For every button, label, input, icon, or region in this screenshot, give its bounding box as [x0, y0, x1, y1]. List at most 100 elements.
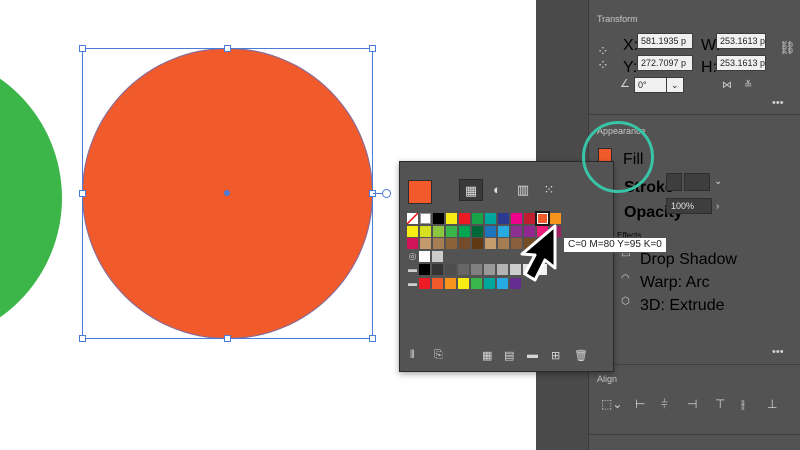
- resize-handle-bottom-right[interactable]: [369, 335, 376, 342]
- color-swatch[interactable]: [485, 226, 496, 237]
- color-swatch[interactable]: [407, 226, 418, 237]
- color-swatch[interactable]: [419, 264, 430, 275]
- color-swatch[interactable]: [445, 264, 456, 275]
- color-swatch[interactable]: [484, 278, 495, 289]
- extrude-3d-icon: ⬡: [621, 296, 630, 307]
- resize-handle-top-left[interactable]: [79, 45, 86, 52]
- opacity-field[interactable]: 100%: [666, 198, 712, 214]
- color-swatch[interactable]: [472, 226, 483, 237]
- stroke-weight-stepper[interactable]: [666, 173, 682, 191]
- new-color-group-icon[interactable]: ▬: [527, 349, 538, 361]
- swatch-none[interactable]: [407, 213, 418, 224]
- color-swatch[interactable]: [511, 213, 522, 224]
- color-swatch[interactable]: [432, 278, 443, 289]
- align-bottom-icon[interactable]: ⊥: [767, 398, 777, 410]
- tab-color-mixer[interactable]: ◐: [485, 179, 509, 201]
- y-position-field[interactable]: 272.7097 p: [637, 55, 693, 71]
- color-swatch[interactable]: [459, 226, 470, 237]
- place-swatch-icon[interactable]: ⎘: [434, 349, 443, 362]
- shape-center-point: [224, 190, 230, 196]
- color-swatch[interactable]: [458, 278, 469, 289]
- color-swatch[interactable]: [419, 251, 430, 262]
- rotate-dropdown-button[interactable]: ⌄: [666, 77, 684, 93]
- color-swatch[interactable]: [472, 213, 483, 224]
- green-circle-shape[interactable]: [0, 52, 62, 344]
- align-vertical-center-icon[interactable]: ⫲: [741, 398, 745, 410]
- color-swatch[interactable]: [432, 251, 443, 262]
- transform-more-options-icon[interactable]: •••: [772, 98, 784, 109]
- width-field[interactable]: 253.1613 p: [716, 33, 766, 49]
- current-fill-preview: [408, 180, 432, 204]
- pattern-group-icon[interactable]: ◎: [407, 251, 418, 262]
- color-swatch[interactable]: [446, 238, 457, 249]
- swatch-options-icon[interactable]: ▤: [504, 349, 514, 362]
- appearance-divider: [589, 364, 800, 365]
- color-swatch[interactable]: [524, 213, 535, 224]
- resize-handle-bottom[interactable]: [224, 335, 231, 342]
- swatch-registration[interactable]: [420, 213, 431, 224]
- effect-3d-extrude[interactable]: 3D: Extrude: [640, 297, 724, 315]
- y-label: Y:: [623, 59, 638, 76]
- appearance-more-options-icon[interactable]: •••: [772, 347, 784, 358]
- swatch-tooltip: C=0 M=80 Y=95 K=0: [563, 237, 667, 253]
- stroke-dropdown-icon[interactable]: ⌄: [714, 176, 722, 187]
- delete-swatch-icon[interactable]: 🗑: [574, 349, 588, 362]
- resize-handle-bottom-left[interactable]: [79, 335, 86, 342]
- color-swatch[interactable]: [420, 238, 431, 249]
- align-horizontal-center-icon[interactable]: ⫩: [661, 398, 668, 410]
- color-swatch[interactable]: [446, 226, 457, 237]
- reference-point-icon[interactable]: ⁘: [597, 44, 609, 58]
- swatch-libraries-menu-icon[interactable]: ⫴: [410, 349, 415, 362]
- opacity-arrow-icon[interactable]: ›: [716, 201, 719, 212]
- color-swatch[interactable]: [498, 213, 509, 224]
- color-swatch[interactable]: [550, 213, 561, 224]
- rotation-handle[interactable]: [382, 189, 391, 198]
- resize-handle-left[interactable]: [79, 190, 86, 197]
- color-swatch[interactable]: [471, 278, 482, 289]
- color-swatch[interactable]: [446, 213, 457, 224]
- color-swatch[interactable]: [471, 264, 482, 275]
- color-swatch[interactable]: [420, 226, 431, 237]
- align-top-icon[interactable]: ⊤: [715, 398, 725, 410]
- resize-handle-top[interactable]: [224, 45, 231, 52]
- fill-highlight-ring: [582, 121, 654, 193]
- rotate-angle-field[interactable]: 0°: [634, 77, 668, 93]
- effect-warp-arc[interactable]: Warp: Arc: [640, 274, 710, 292]
- color-group-folder-icon[interactable]: ▬: [407, 278, 418, 289]
- color-swatch[interactable]: [407, 238, 418, 249]
- color-group-folder-icon[interactable]: ▬: [407, 264, 418, 275]
- arrow-cursor-icon: [520, 224, 557, 282]
- align-to-selection-icon[interactable]: ⬚⌄: [601, 398, 622, 410]
- color-swatch[interactable]: [459, 238, 470, 249]
- new-swatch-icon[interactable]: ⊞: [551, 349, 560, 362]
- tab-gradient[interactable]: ▥: [511, 179, 535, 201]
- show-swatch-kinds-icon[interactable]: ▦: [482, 349, 492, 362]
- resize-handle-top-right[interactable]: [369, 45, 376, 52]
- color-swatch[interactable]: [485, 238, 496, 249]
- x-label: X:: [623, 37, 639, 54]
- color-swatch[interactable]: [432, 264, 443, 275]
- color-swatch[interactable]: [445, 278, 456, 289]
- constrain-proportions-icon[interactable]: ⛓: [779, 41, 796, 54]
- color-swatch[interactable]: [419, 278, 430, 289]
- color-swatch[interactable]: [458, 264, 469, 275]
- tab-swatches[interactable]: ▦: [459, 179, 483, 201]
- color-swatch[interactable]: [433, 226, 444, 237]
- align-right-icon[interactable]: ⊣: [687, 398, 697, 410]
- tab-pattern[interactable]: ⁙: [537, 179, 561, 201]
- height-field[interactable]: 253.1613 p: [716, 55, 766, 71]
- color-swatch[interactable]: [433, 213, 444, 224]
- color-swatch[interactable]: [484, 264, 495, 275]
- flip-vertical-icon[interactable]: ≚: [744, 80, 752, 91]
- color-swatch-selected[interactable]: [535, 211, 550, 226]
- align-left-icon[interactable]: ⊢: [635, 398, 645, 410]
- color-swatch[interactable]: [472, 238, 483, 249]
- align-title: Align: [597, 374, 618, 384]
- stroke-weight-field[interactable]: [684, 173, 710, 191]
- effect-drop-shadow[interactable]: Drop Shadow: [640, 251, 737, 269]
- color-swatch[interactable]: [433, 238, 444, 249]
- x-position-field[interactable]: 581.1935 p: [637, 33, 693, 49]
- color-swatch[interactable]: [485, 213, 496, 224]
- color-swatch[interactable]: [459, 213, 470, 224]
- flip-horizontal-icon[interactable]: ⋈: [722, 80, 732, 91]
